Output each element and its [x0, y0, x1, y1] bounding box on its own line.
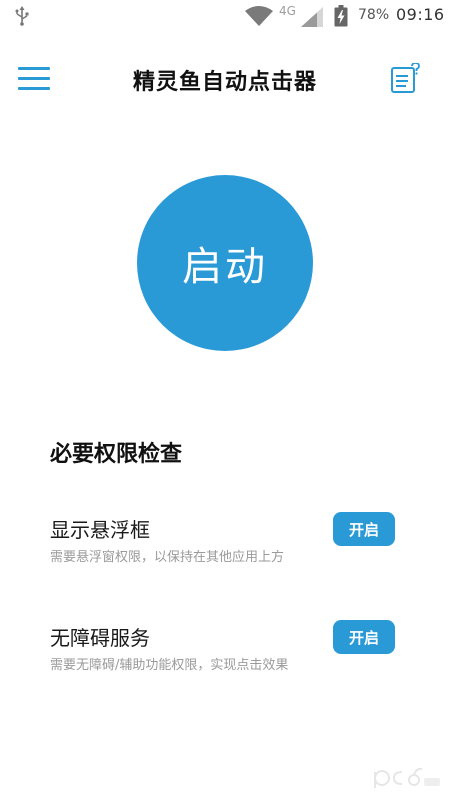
network-type-label: 4G — [279, 4, 296, 18]
watermark-logo — [374, 767, 440, 788]
enable-accessibility-button[interactable]: 开启 — [333, 620, 395, 654]
accessibility-permission-description: 需要无障碍/辅助功能权限，实现点击效果 — [50, 658, 289, 673]
status-bar: 4G 78% 09:16 — [0, 0, 450, 32]
cell-signal-icon — [301, 7, 323, 27]
permissions-section-title: 必要权限检查 — [50, 442, 183, 467]
app-title: 精灵鱼自动点击器 — [132, 70, 317, 95]
status-clock: 09:16 — [396, 5, 445, 24]
floating-window-permission-description: 需要悬浮窗权限，以保持在其他应用上方 — [50, 550, 285, 565]
start-button-label: 启动 — [182, 244, 268, 290]
wifi-icon — [245, 6, 273, 26]
start-button[interactable]: 启动 — [137, 175, 313, 351]
battery-charging-icon — [334, 5, 348, 27]
help-document-icon[interactable] — [388, 63, 422, 95]
usb-icon — [15, 6, 29, 26]
battery-percentage: 78% — [358, 7, 390, 23]
floating-window-permission-title: 显示悬浮框 — [50, 518, 150, 542]
enable-floating-window-button[interactable]: 开启 — [333, 512, 395, 546]
accessibility-permission-title: 无障碍服务 — [50, 626, 150, 650]
